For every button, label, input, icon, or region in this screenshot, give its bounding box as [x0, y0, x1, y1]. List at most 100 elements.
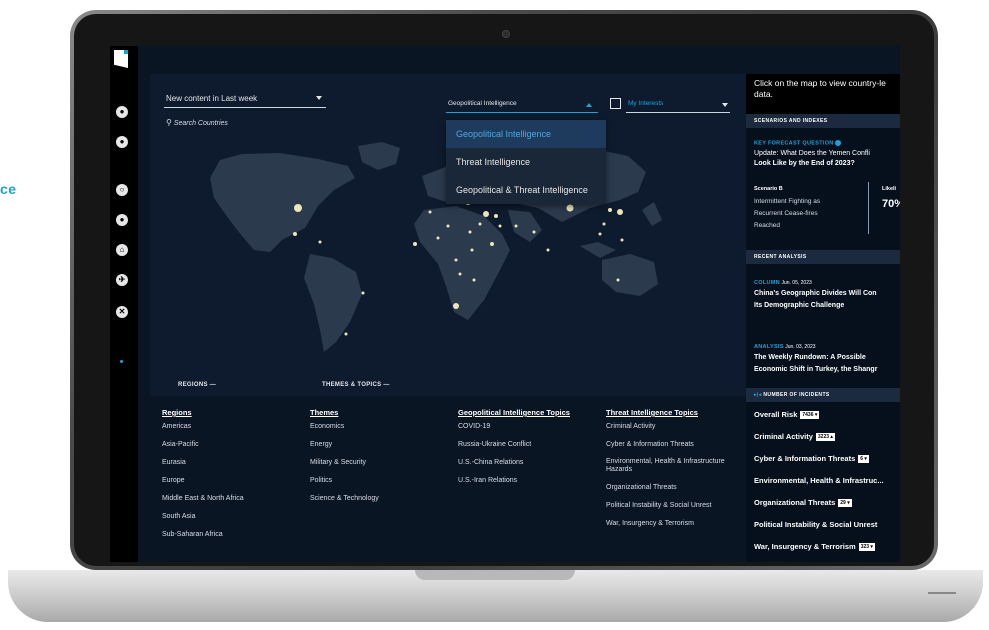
threat-topic-link[interactable]: Criminal Activity: [606, 422, 742, 431]
forecast-question-line[interactable]: Look Like by the End of 2023?: [754, 160, 855, 167]
incident-row[interactable]: Political Instability & Social Unrest: [754, 520, 884, 529]
user-icon[interactable]: ●: [116, 136, 128, 148]
incidents-header-text: NUMBER OF INCIDENTS: [763, 392, 830, 398]
info-icon[interactable]: [835, 140, 842, 146]
threat-topic-link[interactable]: Cyber & Information Threats: [606, 440, 742, 449]
globe-icon[interactable]: ●: [116, 106, 128, 118]
incident-label: Cyber & Information Threats: [754, 454, 856, 463]
my-interests-select[interactable]: My Interests: [628, 100, 663, 107]
themes-heading[interactable]: Themes: [310, 408, 440, 417]
incident-count: 3223: [817, 434, 830, 441]
right-panel: Click on the map to view country-le data…: [746, 74, 900, 562]
my-interests-underline: [626, 112, 730, 113]
article-type: COLUMN: [754, 280, 780, 286]
collapse-icon[interactable]: ▸|◂: [754, 392, 762, 398]
world-map-area[interactable]: New content in Last week ⚲ Search Countr…: [150, 74, 746, 396]
incident-row[interactable]: Cyber & Information Threats 6 ▾: [754, 454, 869, 464]
compass-icon[interactable]: ✈: [116, 274, 128, 286]
active-indicator: [120, 360, 123, 363]
regions-column: Regions Americas Asia-Pacific Eurasia Eu…: [162, 408, 292, 548]
theme-link[interactable]: Energy: [310, 440, 440, 449]
theme-link[interactable]: Science & Technology: [310, 494, 440, 503]
regions-collapse-toggle[interactable]: REGIONS —: [178, 382, 216, 388]
article-type: ANALYSIS: [754, 344, 784, 350]
article-title[interactable]: Its Demographic Challenge: [754, 302, 844, 309]
geo-topics-heading[interactable]: Geopolitical Intelligence Topics: [458, 408, 598, 417]
chevron-up-icon[interactable]: [586, 103, 592, 107]
incident-row[interactable]: Environmental, Health & Infrastruc...: [754, 476, 884, 485]
world-icon[interactable]: ●: [116, 214, 128, 226]
scenario-label: Scenario B: [754, 186, 783, 192]
region-link[interactable]: Middle East & North Africa: [162, 494, 292, 503]
threat-topics-heading[interactable]: Threat Intelligence Topics: [606, 408, 742, 417]
incident-count-select[interactable]: 323 ▾: [858, 543, 875, 552]
chevron-down-icon[interactable]: [316, 96, 322, 100]
incident-label: War, Insurgency & Terrorism: [754, 542, 856, 551]
theme-link[interactable]: Politics: [310, 476, 440, 485]
laptop-notch: [415, 570, 575, 580]
search-icon[interactable]: ○: [116, 184, 128, 196]
incident-row[interactable]: Criminal Activity 3223 ▴: [754, 432, 835, 442]
threat-topic-link[interactable]: Organizational Threats: [606, 483, 742, 492]
theme-link[interactable]: Military & Security: [310, 458, 440, 467]
dropdown-option[interactable]: Geopolitical & Threat Intelligence: [446, 176, 606, 204]
incident-count-select[interactable]: 29 ▾: [838, 499, 852, 508]
threat-topic-link[interactable]: Political Instability & Social Unrest: [606, 501, 742, 510]
geo-topic-link[interactable]: U.S.-China Relations: [458, 458, 598, 467]
incident-count-select[interactable]: 6 ▾: [858, 455, 869, 464]
threat-topics-column: Threat Intelligence Topics Criminal Acti…: [606, 408, 742, 537]
region-link[interactable]: Americas: [162, 422, 292, 431]
background-page-fragment: ce: [0, 181, 17, 197]
incident-count: 6: [860, 456, 864, 463]
incident-label: Overall Risk: [754, 410, 798, 419]
threat-topic-link[interactable]: Environmental, Health & Infrastructure H…: [606, 458, 742, 474]
geo-topic-link[interactable]: COVID-19: [458, 422, 598, 431]
app-screen: ● ● ○ ● ⌂ ✈ ✕ New content in Last week ⚲…: [110, 46, 900, 562]
tools-icon[interactable]: ✕: [116, 306, 128, 318]
region-link[interactable]: Sub-Saharan Africa: [162, 530, 292, 539]
instructions-line: Click on the map to view country-le: [754, 78, 886, 88]
dropdown-option[interactable]: Geopolitical Intelligence: [446, 120, 606, 148]
product-filter-select[interactable]: Geopolitical Intelligence: [448, 100, 517, 107]
article-date: Jun. 05, 2023: [781, 280, 812, 286]
incident-row[interactable]: Organizational Threats 29 ▾: [754, 498, 852, 508]
incidents-header: ▸|◂ NUMBER OF INCIDENTS: [746, 388, 900, 402]
incident-label: Criminal Activity: [754, 432, 813, 441]
scenarios-header: SCENARIOS AND INDEXES: [746, 114, 900, 128]
forecast-question-line[interactable]: Update: What Does the Yemen Confli: [754, 150, 870, 157]
topics-panel: Regions Americas Asia-Pacific Eurasia Eu…: [150, 396, 746, 562]
regions-heading[interactable]: Regions: [162, 408, 292, 417]
recent-analysis-header: RECENT ANALYSIS: [746, 250, 900, 264]
region-link[interactable]: Asia-Pacific: [162, 440, 292, 449]
dropdown-option[interactable]: Threat Intelligence: [446, 148, 606, 176]
geo-topic-link[interactable]: U.S.-Iran Relations: [458, 476, 598, 485]
key-forecast-text: KEY FORECAST QUESTION: [754, 140, 834, 147]
themes-collapse-toggle[interactable]: THEMES & TOPICS —: [322, 382, 390, 388]
brand-logo[interactable]: [114, 50, 128, 68]
incident-label: Political Instability & Social Unrest: [754, 520, 878, 529]
region-link[interactable]: South Asia: [162, 512, 292, 521]
article-title[interactable]: Economic Shift in Turkey, the Shangr: [754, 366, 877, 373]
incident-count: 323: [860, 544, 870, 551]
incident-row[interactable]: War, Insurgency & Terrorism 323 ▾: [754, 542, 875, 552]
product-filter-underline: [446, 112, 598, 113]
content-filter-select[interactable]: New content in Last week: [166, 94, 257, 103]
content-filter-underline: [164, 107, 326, 108]
incident-count-select[interactable]: 3223 ▴: [815, 433, 835, 442]
geo-topic-link[interactable]: Russia-Ukraine Conflict: [458, 440, 598, 449]
incident-row[interactable]: Overall Risk 7436 ▾: [754, 410, 820, 420]
theme-link[interactable]: Economics: [310, 422, 440, 431]
article-title[interactable]: China's Geographic Divides Will Con: [754, 290, 877, 297]
bank-icon[interactable]: ⌂: [116, 244, 128, 256]
region-link[interactable]: Europe: [162, 476, 292, 485]
region-link[interactable]: Eurasia: [162, 458, 292, 467]
my-interests-checkbox[interactable]: [610, 98, 621, 109]
threat-topic-link[interactable]: War, Insurgency & Terrorism: [606, 519, 742, 528]
laptop-base-detail: [928, 592, 956, 594]
scenario-desc: Reached: [754, 222, 781, 229]
themes-column: Themes Economics Energy Military & Secur…: [310, 408, 440, 512]
search-countries-input[interactable]: ⚲ Search Countries: [166, 118, 228, 127]
chevron-down-icon[interactable]: [722, 103, 728, 107]
incident-count-select[interactable]: 7436 ▾: [800, 411, 820, 420]
article-title[interactable]: The Weekly Rundown: A Possible: [754, 354, 866, 361]
